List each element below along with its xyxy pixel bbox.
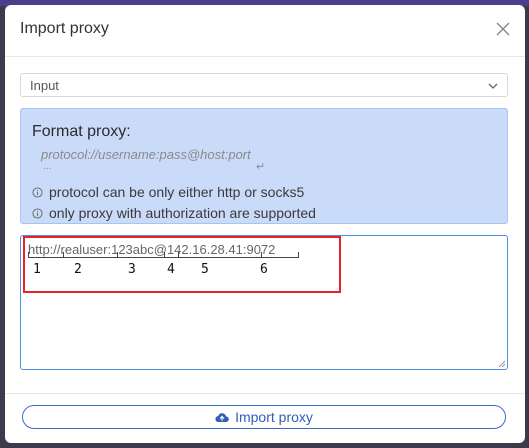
return-icon: ↵ <box>256 161 266 173</box>
format-dots: ... <box>43 161 52 172</box>
proxy-textarea[interactable]: http://realuser:123abc@142.16.28.41:9072… <box>20 235 508 370</box>
segment-label: 3 <box>128 262 136 277</box>
segment-label: 6 <box>260 262 268 277</box>
resize-grip-icon[interactable] <box>498 360 506 368</box>
segment-tick <box>261 252 262 258</box>
segment-label: 1 <box>33 262 41 277</box>
segment-label: 4 <box>167 262 175 277</box>
segment-tick <box>178 252 179 258</box>
segment-label: 2 <box>74 262 82 277</box>
segment-tick <box>63 252 64 258</box>
note-authorization: only proxy with authorization are suppor… <box>32 205 316 221</box>
segment-tick <box>164 252 165 258</box>
chevron-down-icon <box>488 83 498 89</box>
proxy-input-value: http://realuser:123abc@142.16.28.41:9072 <box>28 242 276 257</box>
dialog-footer: Import proxy <box>5 393 525 443</box>
import-proxy-dialog: Import proxy Input Format proxy: protoco… <box>5 5 525 443</box>
import-button-label: Import proxy <box>235 409 313 425</box>
dialog-header: Import proxy <box>5 5 525 57</box>
import-proxy-button[interactable]: Import proxy <box>22 405 506 429</box>
cloud-upload-icon <box>215 412 229 422</box>
format-info-box: Format proxy: protocol://username:pass@h… <box>20 108 508 224</box>
note-protocol: protocol can be only either http or sock… <box>32 184 304 200</box>
segment-label: 5 <box>201 262 209 277</box>
segment-tick <box>117 252 118 258</box>
dialog-title: Import proxy <box>20 20 109 37</box>
format-title: Format proxy: <box>32 123 131 140</box>
select-value: Input <box>30 78 59 93</box>
input-type-select[interactable]: Input <box>20 73 508 97</box>
info-circle-icon <box>32 207 43 219</box>
info-circle-icon <box>32 186 43 198</box>
format-example: protocol://username:pass@host:port <box>41 147 251 162</box>
close-icon[interactable] <box>495 21 511 37</box>
segment-tick <box>298 252 299 258</box>
note-text: protocol can be only either http or sock… <box>49 184 305 200</box>
note-text: only proxy with authorization are suppor… <box>49 205 316 221</box>
segment-underline <box>28 257 298 258</box>
segment-tick <box>28 252 29 258</box>
